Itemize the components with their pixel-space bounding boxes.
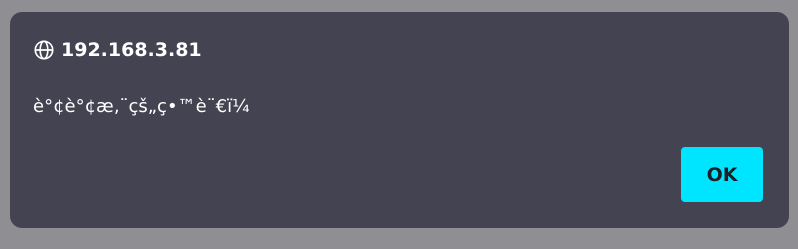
alert-dialog: 192.168.3.81 è°¢è°¢æ‚¨çš„ç•™è¨€ï¼ OK	[10, 12, 789, 228]
origin-address: 192.168.3.81	[61, 39, 202, 61]
ok-button[interactable]: OK	[681, 147, 763, 202]
globe-icon	[33, 39, 55, 61]
dialog-origin: 192.168.3.81	[33, 39, 202, 61]
dialog-message: è°¢è°¢æ‚¨çš„ç•™è¨€ï¼	[33, 96, 250, 117]
